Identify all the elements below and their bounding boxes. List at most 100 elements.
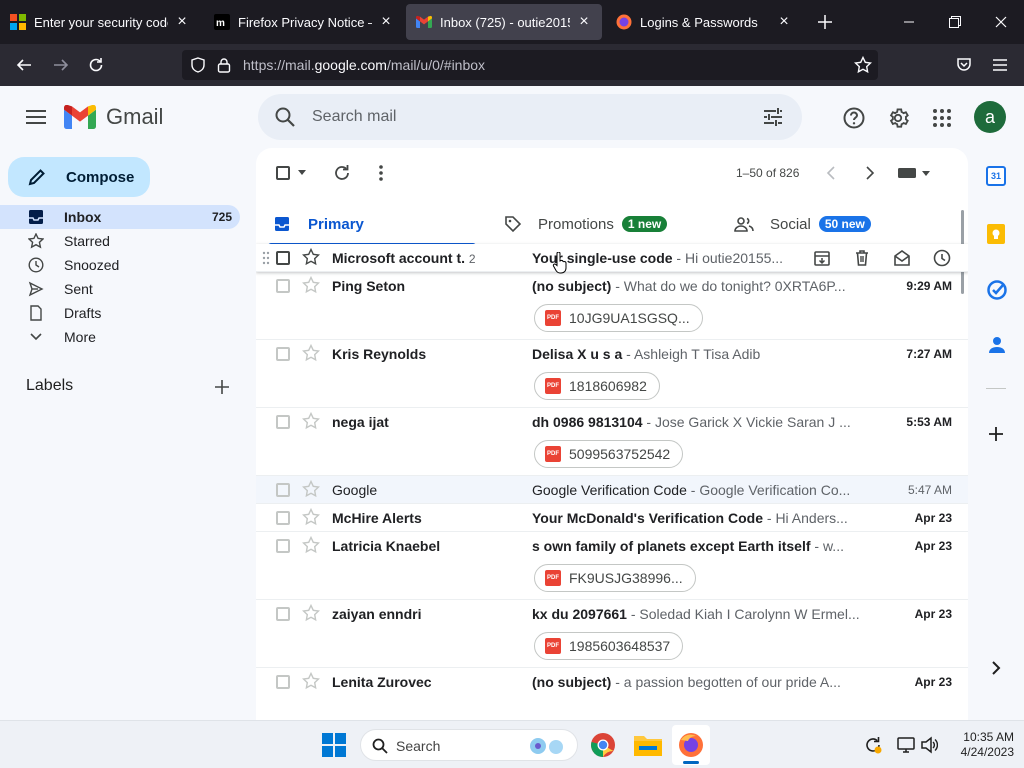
firefox-taskbar-button[interactable] <box>672 725 710 765</box>
star-icon[interactable] <box>302 480 320 498</box>
email-row[interactable]: Kris Reynolds Delisa X u s a - Ashleigh … <box>256 340 968 408</box>
lock-icon[interactable] <box>217 57 231 73</box>
email-row[interactable]: Latricia Knaebel s own family of planets… <box>256 532 968 600</box>
network-icon[interactable] <box>897 736 915 754</box>
update-icon[interactable] <box>864 736 882 754</box>
main-menu-button[interactable] <box>20 104 52 130</box>
new-tab-button[interactable] <box>802 0 848 44</box>
close-icon[interactable]: × <box>174 13 190 30</box>
email-row[interactable]: McHire Alerts Your McDonald's Verificati… <box>256 504 968 532</box>
nav-item-drafts[interactable]: Drafts <box>0 301 240 325</box>
attachment-chip[interactable]: PDF 10JG9UA1SGSQ... <box>534 304 703 332</box>
gmail-logo[interactable]: Gmail <box>64 104 163 130</box>
search-options-icon[interactable] <box>763 107 783 127</box>
email-row[interactable]: nega ijat dh 0986 9813104 - Jose Garick … <box>256 408 968 476</box>
close-icon[interactable]: × <box>378 13 394 30</box>
shield-icon[interactable] <box>190 57 206 73</box>
row-checkbox[interactable] <box>276 251 290 265</box>
tab-promotions[interactable]: Promotions 1 new <box>494 202 724 246</box>
reload-button[interactable] <box>81 50 111 80</box>
email-row[interactable]: Microsoft account t. 2 Your single-use c… <box>256 244 968 274</box>
create-label-button[interactable] <box>212 377 232 397</box>
calendar-icon[interactable]: 31 <box>986 166 1006 186</box>
app-menu-button[interactable] <box>985 50 1015 80</box>
snooze-icon[interactable] <box>933 249 951 267</box>
search-bar[interactable] <box>258 94 802 140</box>
star-icon[interactable] <box>302 604 320 622</box>
row-checkbox[interactable] <box>276 607 290 621</box>
chrome-icon[interactable] <box>590 732 616 758</box>
row-checkbox[interactable] <box>276 347 290 361</box>
star-icon[interactable] <box>302 672 320 690</box>
newer-page-icon[interactable] <box>826 166 836 180</box>
minimize-button[interactable] <box>886 0 932 44</box>
system-clock[interactable]: 10:35 AM 4/24/2023 <box>944 730 1014 760</box>
keyboard-icon[interactable] <box>898 168 932 178</box>
older-page-icon[interactable] <box>865 166 875 180</box>
attachment-chip[interactable]: PDF 5099563752542 <box>534 440 684 468</box>
row-checkbox[interactable] <box>276 483 290 497</box>
row-checkbox[interactable] <box>276 539 290 553</box>
star-icon[interactable] <box>302 412 320 430</box>
compose-button[interactable]: Compose <box>8 157 150 197</box>
url-bar[interactable]: https://mail.google.com/mail/u/0/#inbox <box>182 50 878 80</box>
star-icon[interactable] <box>302 536 320 554</box>
close-icon[interactable]: × <box>576 13 592 30</box>
windows-start-icon[interactable] <box>322 733 346 757</box>
browser-tab[interactable]: Enter your security code × <box>0 0 200 44</box>
tasks-icon[interactable] <box>987 280 1007 300</box>
email-row[interactable]: zaiyan enndri kx du 2097661 - Soledad Ki… <box>256 600 968 668</box>
star-icon[interactable] <box>302 248 320 266</box>
pocket-button[interactable] <box>949 50 979 80</box>
expand-side-panel-icon[interactable] <box>991 661 1001 675</box>
nav-item-snoozed[interactable]: Snoozed <box>0 253 240 277</box>
drag-handle-icon[interactable] <box>262 251 270 265</box>
star-icon[interactable] <box>302 344 320 362</box>
browser-tab[interactable]: m Firefox Privacy Notice — M × <box>204 0 404 44</box>
close-icon[interactable]: × <box>776 13 792 30</box>
browser-tab[interactable]: Logins & Passwords × <box>606 0 802 44</box>
archive-icon[interactable] <box>813 249 831 267</box>
contacts-icon[interactable] <box>988 336 1006 354</box>
taskbar-search-box[interactable]: Search <box>360 729 578 761</box>
nav-item-inbox[interactable]: Inbox 725 <box>0 205 240 229</box>
attachment-chip[interactable]: PDF FK9USJG38996... <box>534 564 696 592</box>
file-explorer-icon[interactable] <box>634 733 662 757</box>
row-checkbox[interactable] <box>276 511 290 525</box>
delete-icon[interactable] <box>853 249 871 267</box>
nav-item-more[interactable]: More <box>0 325 240 349</box>
row-checkbox[interactable] <box>276 415 290 429</box>
nav-item-sent[interactable]: Sent <box>0 277 240 301</box>
bookmark-star-icon[interactable] <box>854 56 872 74</box>
star-icon[interactable] <box>302 276 320 294</box>
nav-item-starred[interactable]: Starred <box>0 229 240 253</box>
email-row[interactable]: Google Google Verification Code - Google… <box>256 476 968 504</box>
refresh-icon[interactable] <box>333 164 351 182</box>
browser-tab-active[interactable]: Inbox (725) - outie20155@g × <box>406 4 602 40</box>
mark-as-read-icon[interactable] <box>893 249 911 267</box>
email-row[interactable]: Ping Seton (no subject) - What do we do … <box>256 272 968 340</box>
keep-icon[interactable] <box>987 224 1005 244</box>
row-checkbox[interactable] <box>276 279 290 293</box>
select-all-checkbox[interactable] <box>276 166 290 180</box>
search-input[interactable] <box>312 106 732 128</box>
search-icon[interactable] <box>274 106 296 128</box>
select-dropdown-icon[interactable] <box>298 170 306 175</box>
volume-icon[interactable] <box>920 736 938 754</box>
apps-button[interactable] <box>928 104 956 132</box>
more-options-icon[interactable] <box>378 164 384 182</box>
close-window-button[interactable] <box>978 0 1024 44</box>
settings-button[interactable] <box>884 104 912 132</box>
restore-button[interactable] <box>932 0 978 44</box>
tab-primary[interactable]: Primary <box>256 202 476 246</box>
help-button[interactable] <box>840 104 868 132</box>
email-row[interactable]: Lenita Zurovec (no subject) - a passion … <box>256 668 968 720</box>
row-checkbox[interactable] <box>276 675 290 689</box>
attachment-chip[interactable]: PDF 1818606982 <box>534 372 660 400</box>
forward-button[interactable] <box>46 50 76 80</box>
tab-social[interactable]: Social 50 new <box>726 202 956 246</box>
get-addons-button[interactable] <box>989 427 1003 441</box>
account-avatar[interactable]: a <box>974 101 1006 133</box>
attachment-chip[interactable]: PDF 1985603648537 <box>534 632 684 660</box>
star-icon[interactable] <box>302 508 320 526</box>
